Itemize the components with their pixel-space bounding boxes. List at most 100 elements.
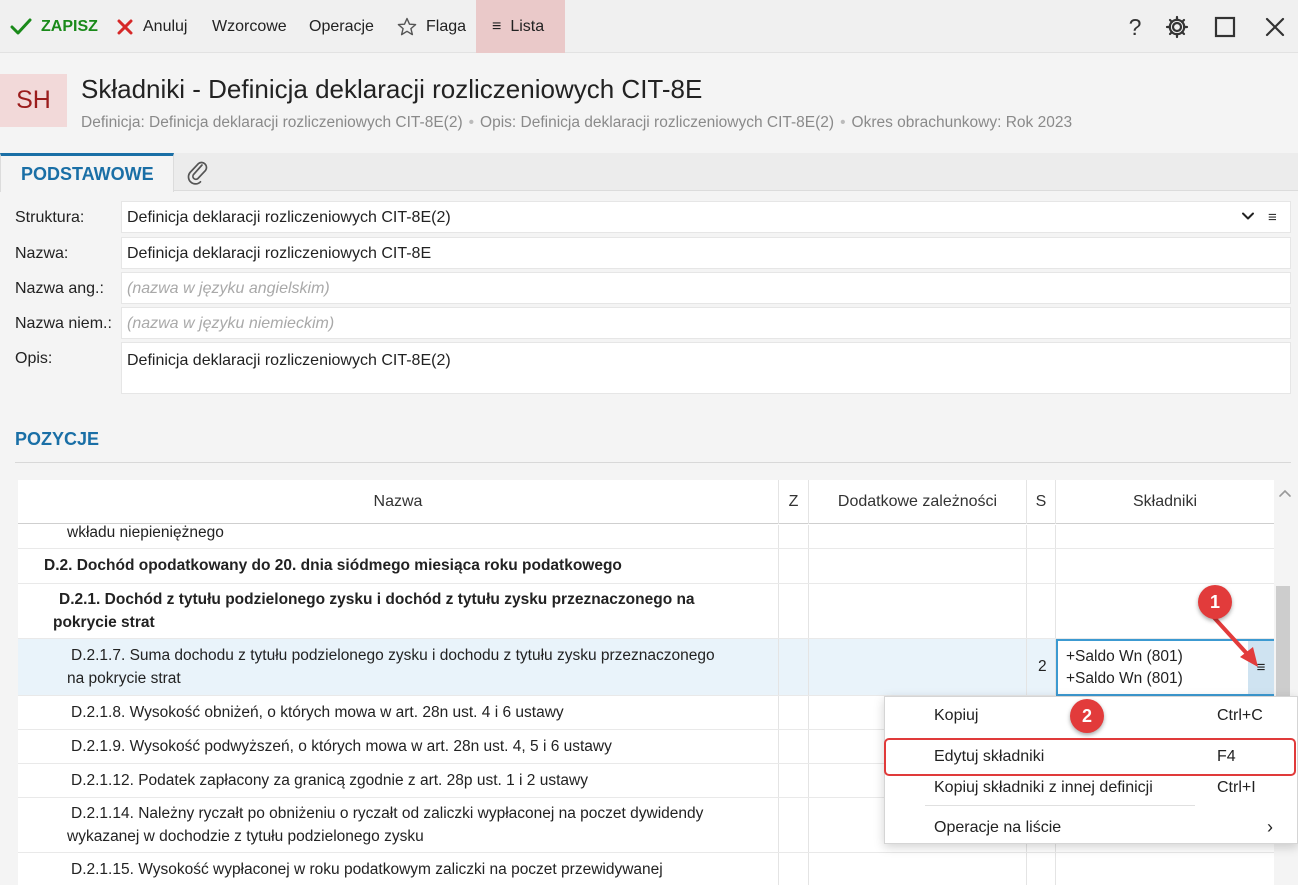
grid-header: Nazwa Z Dodatkowe zależności S Składniki bbox=[18, 480, 1274, 524]
cell-nazwa: D.2.1.14. Należny ryczałt po obniżeniu o… bbox=[18, 798, 779, 852]
list-menu-icon: ≡ bbox=[492, 17, 502, 35]
tab-podstawowe[interactable]: PODSTAWOWE bbox=[0, 153, 174, 192]
subtitle-definition: Definicja: Definicja deklaracji rozlicze… bbox=[81, 114, 463, 131]
col-header-skladniki[interactable]: Składniki bbox=[1056, 480, 1274, 524]
cell-dodatkowe bbox=[809, 584, 1027, 638]
flag-button[interactable]: Flaga bbox=[397, 0, 466, 53]
toolbar: ZAPISZ Anuluj Wzorcowe Operacje Flaga ≡ … bbox=[0, 0, 1298, 53]
close-icon bbox=[1265, 17, 1285, 37]
menu-item-shortcut: Ctrl+C bbox=[1217, 707, 1263, 724]
cell-z bbox=[779, 696, 809, 729]
page-subtitle: Definicja: Definicja deklaracji rozlicze… bbox=[81, 114, 1072, 132]
menu-separator bbox=[925, 805, 1195, 806]
nazwa-ang-input[interactable]: (nazwa w języku angielskim) bbox=[121, 272, 1291, 304]
scroll-up-icon[interactable] bbox=[1277, 486, 1293, 500]
close-window-button[interactable] bbox=[1261, 13, 1289, 41]
cell-z bbox=[779, 798, 809, 852]
subtitle-separator: • bbox=[468, 114, 475, 131]
paperclip-icon bbox=[187, 161, 208, 185]
row-text: D.2. Dochód opodatkowany do 20. dnia sió… bbox=[44, 557, 622, 574]
row-text: D.2.1.8. Wysokość obniżeń, o których mow… bbox=[71, 704, 564, 721]
list-label: Lista bbox=[510, 17, 545, 35]
cell-dodatkowe bbox=[809, 853, 1027, 885]
menu-item-label: Operacje na liście bbox=[934, 819, 1062, 836]
menu-item-operacje[interactable]: Operacje na liście › bbox=[885, 811, 1297, 845]
row-text: D.2.1.9. Wysokość podwyższeń, o których … bbox=[71, 738, 612, 755]
row-text: D.2.1.7. Suma dochodu z tytułu podzielon… bbox=[71, 647, 715, 664]
page-title: Składniki - Definicja deklaracji rozlicz… bbox=[81, 74, 703, 104]
opis-textarea[interactable]: Definicja deklaracji rozliczeniowych CIT… bbox=[121, 342, 1291, 394]
close-x-icon bbox=[117, 19, 133, 34]
col-header-dodatkowe[interactable]: Dodatkowe zależności bbox=[809, 480, 1027, 524]
cell-skladniki bbox=[1056, 549, 1274, 583]
cell-s bbox=[1027, 525, 1056, 548]
cell-nazwa: D.2.1.8. Wysokość obniżeń, o których mow… bbox=[18, 696, 779, 729]
check-icon bbox=[10, 18, 32, 34]
cell-dodatkowe bbox=[809, 549, 1027, 583]
annotation-badge-1: 1 bbox=[1198, 585, 1232, 619]
gear-icon bbox=[1165, 15, 1189, 39]
menu-item-shortcut: Ctrl+I bbox=[1217, 779, 1256, 796]
module-logo: SH bbox=[0, 74, 67, 127]
col-header-z[interactable]: Z bbox=[779, 480, 809, 524]
cell-nazwa: wkładu niepieniężnego bbox=[18, 524, 779, 548]
menu-item-label: Kopiuj bbox=[934, 707, 979, 724]
list-button[interactable]: ≡ Lista bbox=[476, 0, 565, 53]
row-text: D.2.1.14. Należny ryczałt po obniżeniu o… bbox=[71, 805, 704, 822]
struktura-menu-icon[interactable]: ≡ bbox=[1268, 209, 1277, 226]
opis-label: Opis: bbox=[15, 350, 53, 367]
nazwa-input[interactable]: Definicja deklaracji rozliczeniowych CIT… bbox=[121, 237, 1291, 269]
skladnik-item: +Saldo Wn (801) bbox=[1066, 648, 1183, 665]
chevron-down-icon[interactable] bbox=[1240, 208, 1256, 224]
row-text: D.2.1. Dochód z tytułu podzielonego zysk… bbox=[59, 591, 695, 608]
nazwa-label: Nazwa: bbox=[15, 245, 69, 262]
save-button[interactable]: ZAPISZ bbox=[10, 0, 98, 53]
nazwa-niem-input[interactable]: (nazwa w języku niemieckim) bbox=[121, 307, 1291, 339]
help-button[interactable]: ? bbox=[1121, 13, 1149, 41]
table-row[interactable]: D.2. Dochód opodatkowany do 20. dnia sió… bbox=[18, 549, 1274, 584]
menu-item-label: Kopiuj składniki z innej definicji bbox=[934, 779, 1153, 796]
cell-z bbox=[779, 730, 809, 763]
struktura-select[interactable]: Definicja deklaracji rozliczeniowych CIT… bbox=[121, 201, 1291, 233]
table-row[interactable]: wkładu niepieniężnego bbox=[18, 524, 1274, 549]
cell-z bbox=[779, 549, 809, 583]
cell-nazwa: D.2.1.9. Wysokość podwyższeń, o których … bbox=[18, 730, 779, 763]
table-row[interactable]: D.2.1. Dochód z tytułu podzielonego zysk… bbox=[18, 584, 1274, 639]
cell-s: 2 bbox=[1027, 639, 1056, 695]
cell-skladniki bbox=[1056, 525, 1274, 548]
highlight-box bbox=[884, 738, 1296, 776]
cell-dodatkowe bbox=[809, 639, 1027, 695]
row-text: D.2.1.15. Wysokość wypłaconej w roku pod… bbox=[71, 861, 663, 878]
table-row-selected[interactable]: D.2.1.7. Suma dochodu z tytułu podzielon… bbox=[18, 639, 1274, 696]
cell-dodatkowe bbox=[809, 525, 1027, 548]
templates-button[interactable]: Wzorcowe bbox=[212, 0, 287, 53]
subtitle-separator: • bbox=[840, 114, 846, 131]
row-text-wrap: wykazanej w dochodzie z tytułu podzielon… bbox=[67, 828, 424, 845]
col-header-s[interactable]: S bbox=[1027, 480, 1056, 524]
operations-button[interactable]: Operacje bbox=[309, 0, 374, 53]
section-title-pozycje: POZYCJE bbox=[15, 429, 100, 449]
settings-button[interactable] bbox=[1163, 13, 1191, 41]
nazwa-ang-label: Nazwa ang.: bbox=[15, 280, 104, 297]
skladnik-item: +Saldo Wn (801) bbox=[1066, 670, 1183, 687]
struktura-value: Definicja deklaracji rozliczeniowych CIT… bbox=[127, 209, 451, 226]
section-divider bbox=[15, 462, 1291, 463]
nazwa-niem-label: Nazwa niem.: bbox=[15, 315, 112, 332]
subtitle-description: Opis: Definicja deklaracji rozliczeniowy… bbox=[480, 114, 835, 131]
cell-z bbox=[779, 639, 809, 695]
tab-attachments[interactable] bbox=[184, 158, 212, 186]
subtitle-period: Okres obrachunkowy: Rok 2023 bbox=[851, 114, 1073, 131]
col-header-nazwa[interactable]: Nazwa bbox=[18, 480, 779, 524]
row-text: wkładu niepieniężnego bbox=[67, 524, 224, 541]
maximize-button[interactable] bbox=[1211, 13, 1239, 41]
cell-s bbox=[1027, 853, 1056, 885]
cell-z bbox=[779, 764, 809, 797]
row-text-wrap: pokrycie strat bbox=[53, 614, 155, 631]
menu-item-kopiuj-skladniki[interactable]: Kopiuj składniki z innej definicji Ctrl+… bbox=[885, 771, 1297, 805]
operations-label: Operacje bbox=[309, 17, 374, 35]
cell-nazwa: D.2.1.7. Suma dochodu z tytułu podzielon… bbox=[18, 639, 779, 695]
cancel-label: Anuluj bbox=[143, 17, 188, 35]
cell-z bbox=[779, 584, 809, 638]
cancel-button[interactable]: Anuluj bbox=[116, 0, 187, 53]
table-row[interactable]: D.2.1.15. Wysokość wypłaconej w roku pod… bbox=[18, 853, 1274, 885]
